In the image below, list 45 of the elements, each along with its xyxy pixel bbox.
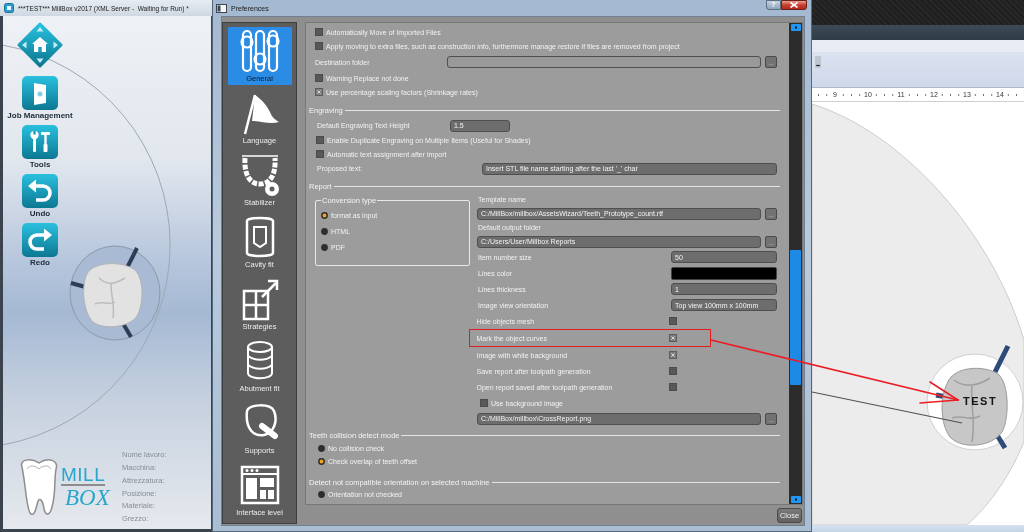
checkbox[interactable] bbox=[668, 351, 677, 359]
redo-button[interactable]: Redo bbox=[22, 223, 58, 267]
home-button[interactable] bbox=[17, 22, 63, 68]
job-management-button[interactable]: Job Management bbox=[7, 76, 73, 120]
checkbox[interactable] bbox=[316, 150, 324, 158]
checkbox[interactable] bbox=[315, 42, 323, 50]
home-icon bbox=[17, 22, 63, 68]
tools-button[interactable]: Tools bbox=[22, 125, 58, 169]
redo-icon bbox=[22, 223, 58, 257]
scrollbar[interactable] bbox=[789, 23, 802, 504]
checkbox[interactable] bbox=[315, 88, 323, 96]
logo-text: MILL bbox=[61, 466, 106, 486]
scroll-up-button[interactable] bbox=[790, 24, 801, 31]
checkbox[interactable] bbox=[315, 74, 323, 82]
checkbox[interactable] bbox=[668, 317, 677, 325]
dash-icon[interactable] bbox=[815, 56, 821, 68]
checkbox[interactable] bbox=[668, 367, 677, 375]
radio-button[interactable] bbox=[318, 491, 325, 498]
close-window-button[interactable] bbox=[781, 0, 807, 10]
checkbox[interactable] bbox=[315, 28, 323, 36]
scroll-down-button[interactable] bbox=[790, 496, 801, 503]
undo-icon bbox=[22, 174, 58, 208]
radio-button[interactable] bbox=[318, 445, 325, 452]
window-layout-icon bbox=[239, 463, 280, 507]
folder-field[interactable] bbox=[447, 56, 761, 68]
undo-button[interactable]: Undo bbox=[22, 174, 58, 218]
window-icon bbox=[216, 3, 227, 13]
sliders-icon bbox=[239, 29, 280, 73]
logo-text: BOX bbox=[65, 486, 110, 510]
checkbox[interactable] bbox=[316, 136, 324, 144]
dental-arch-gear-icon bbox=[239, 153, 280, 197]
checkbox[interactable] bbox=[668, 383, 677, 391]
radio-button[interactable] bbox=[321, 227, 328, 235]
scrollbar-thumb[interactable] bbox=[790, 250, 801, 385]
radio-button[interactable] bbox=[318, 458, 325, 465]
app-icon bbox=[4, 3, 14, 13]
checkbox[interactable] bbox=[668, 334, 677, 342]
radio-button[interactable] bbox=[321, 211, 328, 219]
door-icon bbox=[22, 76, 58, 110]
tools-icon bbox=[22, 125, 58, 159]
radio-button[interactable] bbox=[321, 243, 328, 251]
checkbox[interactable] bbox=[480, 399, 488, 407]
color-swatch[interactable] bbox=[671, 266, 777, 280]
engraved-text: TEST bbox=[963, 395, 998, 407]
close-icon bbox=[790, 2, 798, 8]
